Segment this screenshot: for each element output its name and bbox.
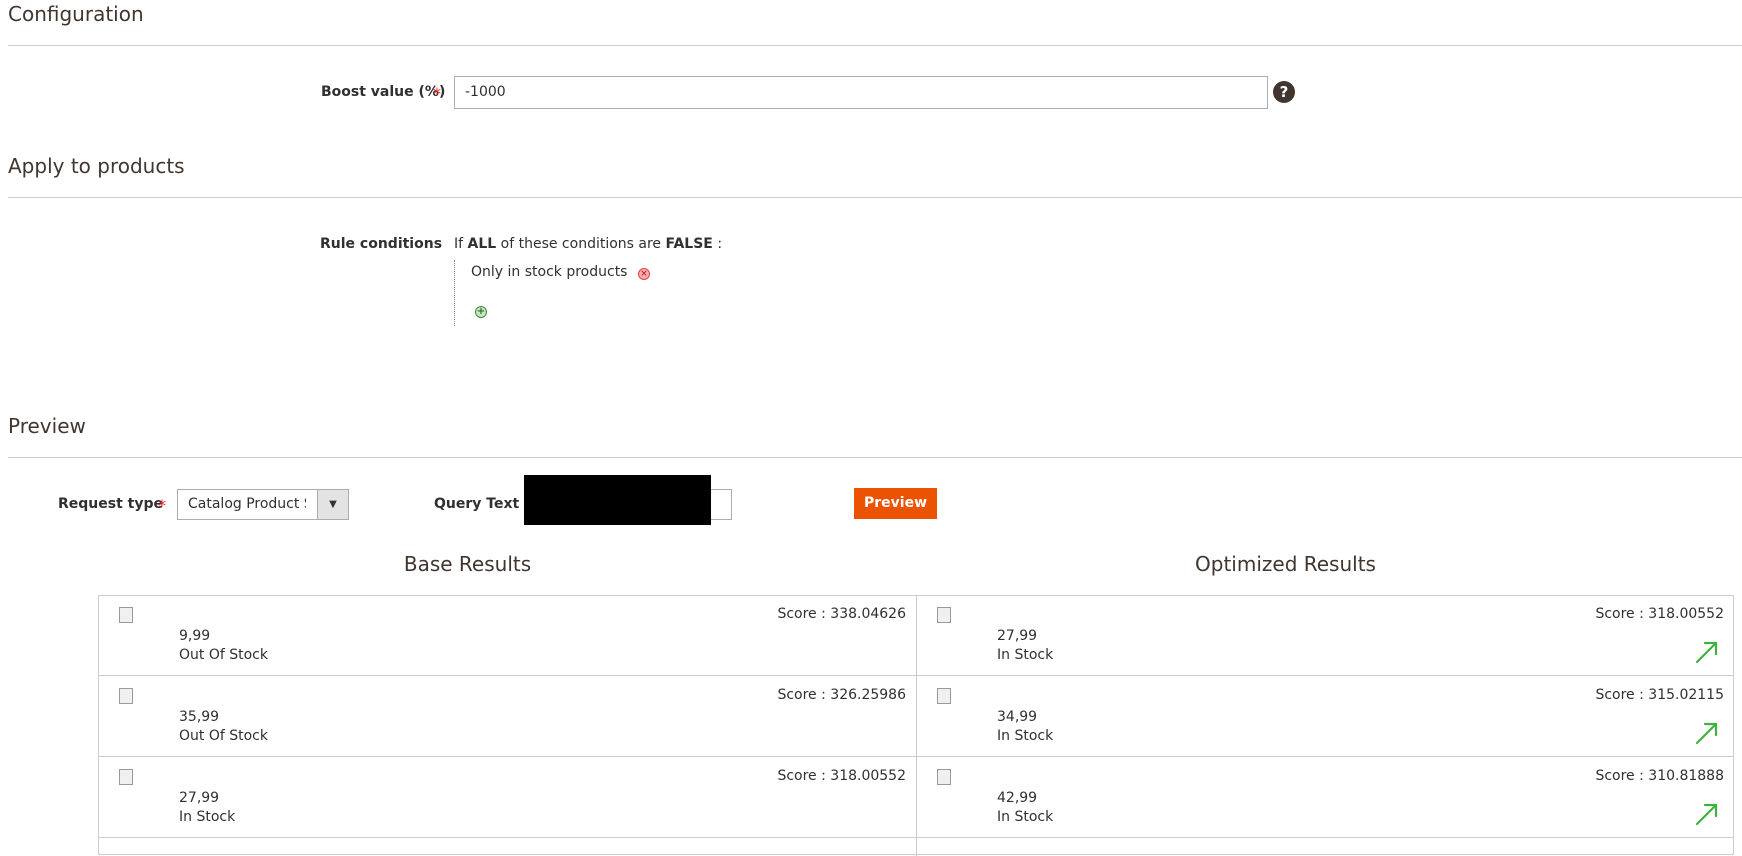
remove-condition-icon[interactable]: ×	[638, 268, 650, 280]
product-price: 9,99	[179, 628, 211, 644]
product-image	[119, 769, 133, 785]
base-results-column: 9,99 Out Of Stock Score : 338.04626 35,9…	[99, 596, 917, 856]
required-mark: *	[433, 84, 441, 103]
product-score: Score : 318.00552	[1595, 606, 1724, 622]
product-image	[119, 688, 133, 704]
result-row: 27,99 In Stock Score : 318.00552	[917, 596, 1734, 676]
result-row: 42,99 In Stock Score : 310.81888	[917, 758, 1734, 838]
section-divider	[8, 45, 1742, 46]
section-title-apply-to-products: Apply to products	[8, 154, 185, 178]
optimized-results-title: Optimized Results	[1195, 552, 1376, 576]
up-arrow-icon	[1695, 641, 1718, 664]
product-image	[119, 607, 133, 623]
chevron-down-icon[interactable]: ▼	[317, 490, 348, 519]
up-arrow-icon	[1695, 722, 1718, 745]
request-type-select[interactable]: Catalog Product S ▼	[177, 489, 349, 520]
product-stock-status: Out Of Stock	[179, 728, 268, 744]
optimized-results-column: 27,99 In Stock Score : 318.00552 34,99 I…	[917, 596, 1734, 856]
query-text-label: Query Text	[434, 496, 520, 512]
redaction-block	[524, 475, 711, 525]
up-arrow-icon	[1695, 803, 1718, 826]
section-divider	[8, 457, 1742, 458]
base-results-title: Base Results	[403, 552, 532, 576]
result-row: 27,99 In Stock Score : 318.00552	[99, 758, 916, 838]
product-stock-status: In Stock	[997, 647, 1054, 663]
request-type-label: Request type	[58, 496, 163, 512]
result-row: 35,99 Out Of Stock Score : 326.25986	[99, 677, 916, 757]
product-score: Score : 315.02115	[1595, 687, 1724, 703]
product-stock-status: In Stock	[997, 728, 1054, 744]
product-price: 34,99	[997, 709, 1038, 725]
section-title-configuration: Configuration	[8, 2, 144, 26]
product-image	[937, 769, 951, 785]
section-divider	[8, 197, 1742, 198]
product-score: Score : 326.25986	[777, 687, 906, 703]
result-row: 9,99 Out Of Stock Score : 338.04626	[99, 596, 916, 676]
product-price: 35,99	[179, 709, 220, 725]
product-price: 27,99	[997, 628, 1038, 644]
cond-value-select[interactable]: FALSE	[666, 236, 713, 252]
request-type-value: Catalog Product S	[188, 496, 306, 512]
product-image	[937, 688, 951, 704]
cond-middle-text: of these conditions are	[500, 236, 662, 252]
add-condition-icon[interactable]: +	[475, 306, 487, 318]
preview-button[interactable]: Preview	[854, 488, 937, 519]
required-mark: *	[158, 496, 166, 515]
product-score: Score : 318.00552	[777, 768, 906, 784]
condition-item-label[interactable]: Only in stock products	[471, 264, 627, 280]
product-stock-status: In Stock	[997, 809, 1054, 825]
rule-conditions-header: If ALL of these conditions are FALSE :	[454, 236, 722, 252]
conditions-tree-line	[454, 260, 455, 326]
product-image	[937, 607, 951, 623]
product-score: Score : 310.81888	[1595, 768, 1724, 784]
product-stock-status: Out Of Stock	[179, 647, 268, 663]
boost-value-label: Boost value (%)	[321, 84, 446, 100]
product-price: 42,99	[997, 790, 1038, 806]
cond-colon-text: :	[717, 236, 723, 252]
product-price: 27,99	[179, 790, 220, 806]
cond-if-text: If	[454, 236, 464, 252]
rule-conditions-label: Rule conditions	[320, 236, 443, 252]
help-icon[interactable]: ?	[1273, 81, 1295, 103]
result-row: 34,99 In Stock Score : 315.02115	[917, 677, 1734, 757]
boost-value-input[interactable]: -1000	[454, 76, 1268, 109]
cond-aggregator-select[interactable]: ALL	[468, 236, 497, 252]
results-table: 9,99 Out Of Stock Score : 338.04626 35,9…	[98, 595, 1734, 856]
product-stock-status: In Stock	[179, 809, 236, 825]
product-score: Score : 338.04626	[777, 606, 906, 622]
section-title-preview: Preview	[8, 414, 86, 438]
